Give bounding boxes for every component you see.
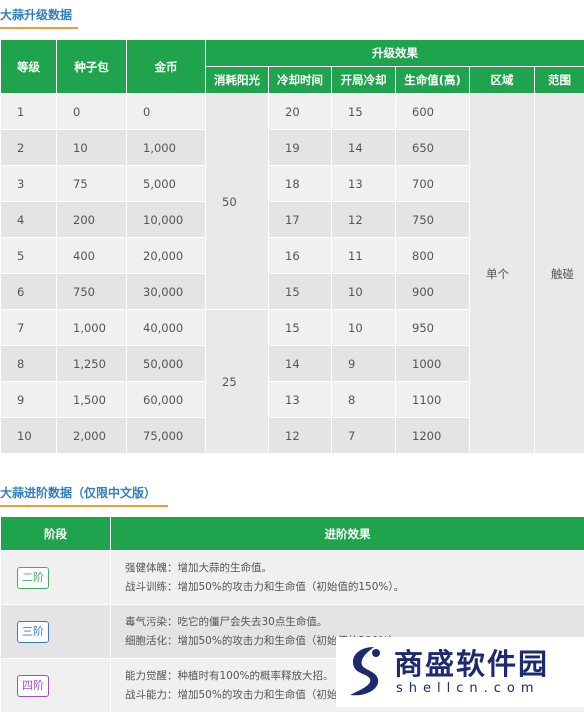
header-hp: 生命值(高) xyxy=(396,67,470,94)
hp-cell: 900 xyxy=(396,274,470,310)
start-cooldown-cell: 10 xyxy=(332,310,396,346)
seed-cell: 10 xyxy=(57,130,127,166)
seed-cell: 1,000 xyxy=(57,310,127,346)
cooldown-cell: 15 xyxy=(269,274,332,310)
cooldown-cell: 18 xyxy=(269,166,332,202)
header-start-cooldown: 开局冷却 xyxy=(332,67,396,94)
watermark: 商盛软件园 shellcn.com xyxy=(336,637,584,707)
header-seed-pack: 种子包 xyxy=(57,40,127,94)
start-cooldown-cell: 8 xyxy=(332,382,396,418)
start-cooldown-cell: 10 xyxy=(332,274,396,310)
start-cooldown-cell: 12 xyxy=(332,202,396,238)
advance-section-title: 大蒜进阶数据（仅限中文版） xyxy=(0,484,156,501)
header-advance-effect: 进阶效果 xyxy=(111,517,584,551)
start-cooldown-cell: 7 xyxy=(332,418,396,454)
header-stage: 阶段 xyxy=(1,517,111,551)
watermark-name: 商盛软件园 xyxy=(394,641,549,683)
seed-cell: 400 xyxy=(57,238,127,274)
hp-cell: 600 xyxy=(396,94,470,130)
level-cell: 2 xyxy=(1,130,57,166)
level-cell: 5 xyxy=(1,238,57,274)
seed-cell: 200 xyxy=(57,202,127,238)
hp-cell: 1000 xyxy=(396,346,470,382)
seed-cell: 2,000 xyxy=(57,418,127,454)
header-gold: 金币 xyxy=(127,40,206,94)
level-cell: 9 xyxy=(1,382,57,418)
hp-cell: 1200 xyxy=(396,418,470,454)
level-cell: 7 xyxy=(1,310,57,346)
start-cooldown-cell: 14 xyxy=(332,130,396,166)
gold-cell: 50,000 xyxy=(127,346,206,382)
gold-cell: 40,000 xyxy=(127,310,206,346)
table-row: 二阶 强健体魄：增加大蒜的生命值。 战斗训练：增加50%的攻击力和生命值（初始值… xyxy=(1,551,584,605)
advance-effect-cell: 强健体魄：增加大蒜的生命值。 战斗训练：增加50%的攻击力和生命值（初始值的15… xyxy=(111,551,584,605)
upgrade-section-title: 大蒜升级数据 xyxy=(0,6,72,23)
header-cooldown: 冷却时间 xyxy=(269,67,332,94)
cooldown-cell: 19 xyxy=(269,130,332,166)
header-area: 区域 xyxy=(470,67,535,94)
level-cell: 4 xyxy=(1,202,57,238)
start-cooldown-cell: 15 xyxy=(332,94,396,130)
header-level: 等级 xyxy=(1,40,57,94)
area-cell: 单个 xyxy=(470,94,535,454)
stage-badge: 四阶 xyxy=(17,675,49,697)
seed-cell: 1,250 xyxy=(57,346,127,382)
cooldown-cell: 17 xyxy=(269,202,332,238)
gold-cell: 75,000 xyxy=(127,418,206,454)
sun-cost-cell: 50 xyxy=(206,94,269,310)
header-sun-cost: 消耗阳光 xyxy=(206,67,269,94)
header-upgrade-effect: 升级效果 xyxy=(206,40,584,67)
effect-line: 战斗训练：增加50%的攻击力和生命值（初始值的150%）。 xyxy=(125,578,584,597)
start-cooldown-cell: 13 xyxy=(332,166,396,202)
stage-cell: 二阶 xyxy=(1,551,111,605)
start-cooldown-cell: 11 xyxy=(332,238,396,274)
gold-cell: 5,000 xyxy=(127,166,206,202)
upgrade-table: 等级 种子包 金币 升级效果 消耗阳光 冷却时间 开局冷却 生命值(高) 区域 … xyxy=(0,39,584,454)
level-cell: 1 xyxy=(1,94,57,130)
level-cell: 10 xyxy=(1,418,57,454)
gold-cell: 20,000 xyxy=(127,238,206,274)
effect-line: 毒气污染：吃它的僵尸会失去30点生命值。 xyxy=(125,613,584,632)
cooldown-cell: 14 xyxy=(269,346,332,382)
gold-cell: 0 xyxy=(127,94,206,130)
advance-title-underline xyxy=(0,505,168,507)
hp-cell: 650 xyxy=(396,130,470,166)
hp-cell: 950 xyxy=(396,310,470,346)
hp-cell: 700 xyxy=(396,166,470,202)
seed-cell: 0 xyxy=(57,94,127,130)
gold-cell: 1,000 xyxy=(127,130,206,166)
level-cell: 8 xyxy=(1,346,57,382)
watermark-logo-icon xyxy=(344,643,386,699)
range-cell: 触碰 xyxy=(535,94,584,454)
hp-cell: 800 xyxy=(396,238,470,274)
gold-cell: 30,000 xyxy=(127,274,206,310)
gold-cell: 10,000 xyxy=(127,202,206,238)
effect-line: 强健体魄：增加大蒜的生命值。 xyxy=(125,559,584,578)
gold-cell: 60,000 xyxy=(127,382,206,418)
seed-cell: 750 xyxy=(57,274,127,310)
stage-badge: 二阶 xyxy=(17,567,49,589)
hp-cell: 750 xyxy=(396,202,470,238)
level-cell: 3 xyxy=(1,166,57,202)
stage-cell: 三阶 xyxy=(1,605,111,659)
seed-cell: 1,500 xyxy=(57,382,127,418)
sun-cost-cell: 25 xyxy=(206,310,269,454)
cooldown-cell: 12 xyxy=(269,418,332,454)
stage-cell: 四阶 xyxy=(1,659,111,713)
header-range: 范围 xyxy=(535,67,584,94)
seed-cell: 75 xyxy=(57,166,127,202)
start-cooldown-cell: 9 xyxy=(332,346,396,382)
cooldown-cell: 20 xyxy=(269,94,332,130)
cooldown-cell: 15 xyxy=(269,310,332,346)
cooldown-cell: 13 xyxy=(269,382,332,418)
hp-cell: 1100 xyxy=(396,382,470,418)
watermark-url: shellcn.com xyxy=(396,681,540,696)
table-row: 1 0 0 50 20 15 600 单个 触碰 xyxy=(1,94,584,130)
stage-badge: 三阶 xyxy=(17,621,49,643)
upgrade-title-underline xyxy=(0,27,78,29)
cooldown-cell: 16 xyxy=(269,238,332,274)
level-cell: 6 xyxy=(1,274,57,310)
